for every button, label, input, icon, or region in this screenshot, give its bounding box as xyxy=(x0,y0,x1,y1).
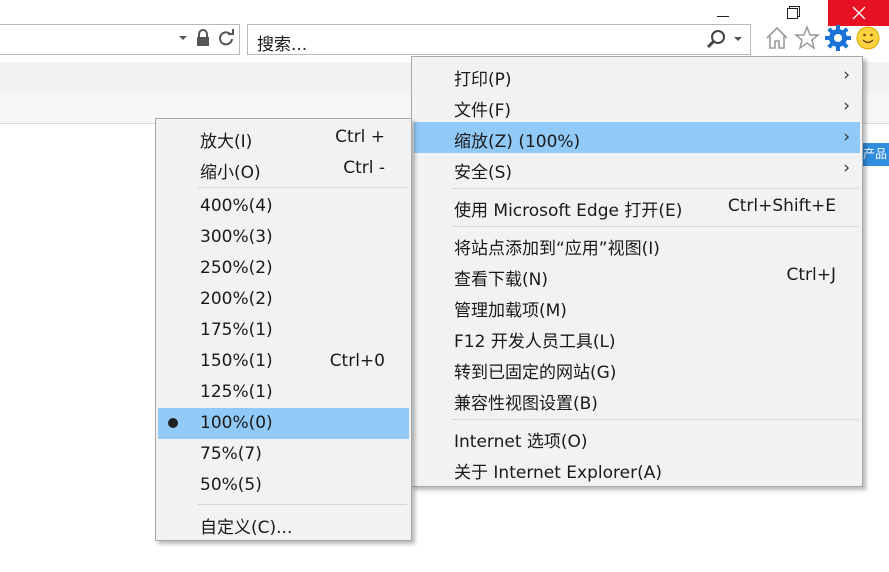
menu-item-about[interactable]: 关于 Internet Explorer(A) xyxy=(414,453,860,484)
menu-item-file[interactable]: 文件(F) › xyxy=(414,91,860,122)
menu-item-downloads[interactable]: 查看下载(N) Ctrl+J xyxy=(414,260,860,291)
browser-toolbar: 搜索... xyxy=(0,0,889,62)
menu-item-zoom-level[interactable]: 75%(7) xyxy=(158,439,409,470)
minimize-button[interactable] xyxy=(700,0,746,26)
chevron-right-icon: › xyxy=(843,158,850,178)
chevron-right-icon: › xyxy=(843,65,850,85)
menu-item-zoom-level[interactable]: 200%(2) xyxy=(158,284,409,315)
search-icon[interactable] xyxy=(706,29,726,49)
page-badge[interactable]: 产品 xyxy=(860,143,889,166)
menu-separator xyxy=(452,419,858,420)
search-input[interactable]: 搜索... xyxy=(257,30,307,55)
menu-item-zoom-level[interactable]: 250%(2) xyxy=(158,253,409,284)
menu-item-print[interactable]: 打印(P) › xyxy=(414,60,860,91)
menu-item-zoom-level[interactable]: 400%(4) xyxy=(158,191,409,222)
menu-item-zoom-level[interactable]: 175%(1) xyxy=(158,315,409,346)
menu-item-zoom-level[interactable]: 150%(1) Ctrl+0 xyxy=(158,346,409,377)
menu-item-addons[interactable]: 管理加载项(M) xyxy=(414,291,860,322)
menu-item-zoom-level-selected[interactable]: 100%(0) xyxy=(158,408,409,439)
address-bar[interactable] xyxy=(0,24,240,55)
chevron-down-icon[interactable] xyxy=(732,33,744,45)
menu-separator xyxy=(198,187,407,188)
chevron-right-icon: › xyxy=(843,96,850,116)
gear-icon[interactable] xyxy=(824,24,852,52)
menu-item-open-edge[interactable]: 使用 Microsoft Edge 打开(E) Ctrl+Shift+E xyxy=(414,191,860,222)
menu-separator xyxy=(198,504,407,505)
selected-bullet-icon xyxy=(168,418,178,428)
menu-item-internet-options[interactable]: Internet 选项(O) xyxy=(414,422,860,453)
menu-item-custom-zoom[interactable]: 自定义(C)... xyxy=(158,508,409,539)
menu-item-compat-view[interactable]: 兼容性视图设置(B) xyxy=(414,384,860,415)
menu-item-add-app[interactable]: 将站点添加到“应用”视图(I) xyxy=(414,229,860,260)
favorites-star-icon[interactable] xyxy=(794,25,820,51)
menu-item-zoom-out[interactable]: 缩小(O) Ctrl - xyxy=(158,153,409,184)
menu-item-zoom-in[interactable]: 放大(I) Ctrl + xyxy=(158,122,409,153)
menu-item-pinned-sites[interactable]: 转到已固定的网站(G) xyxy=(414,353,860,384)
dropdown-arrow-icon[interactable] xyxy=(177,32,189,44)
menu-item-security[interactable]: 安全(S) › xyxy=(414,153,860,184)
tools-menu: 打印(P) › 文件(F) › 缩放(Z) (100%) › 安全(S) › 使… xyxy=(411,56,863,487)
restore-button[interactable] xyxy=(772,0,812,26)
menu-separator xyxy=(452,226,858,227)
close-icon xyxy=(852,6,865,20)
menu-item-zoom-level[interactable]: 125%(1) xyxy=(158,377,409,408)
search-box[interactable]: 搜索... xyxy=(247,24,751,55)
feedback-smiley-icon[interactable] xyxy=(856,26,880,50)
zoom-submenu: 放大(I) Ctrl + 缩小(O) Ctrl - 400%(4) 300%(3… xyxy=(155,118,412,541)
close-button[interactable] xyxy=(828,0,889,26)
home-icon[interactable] xyxy=(764,25,790,51)
menu-separator xyxy=(452,188,858,189)
menu-item-f12[interactable]: F12 开发人员工具(L) xyxy=(414,322,860,353)
refresh-icon[interactable] xyxy=(217,29,235,47)
menu-item-zoom-level[interactable]: 300%(3) xyxy=(158,222,409,253)
menu-item-zoom[interactable]: 缩放(Z) (100%) › xyxy=(414,122,860,153)
menu-item-zoom-level[interactable]: 50%(5) xyxy=(158,470,409,501)
lock-icon[interactable] xyxy=(195,29,211,47)
chevron-right-icon: › xyxy=(843,127,850,147)
